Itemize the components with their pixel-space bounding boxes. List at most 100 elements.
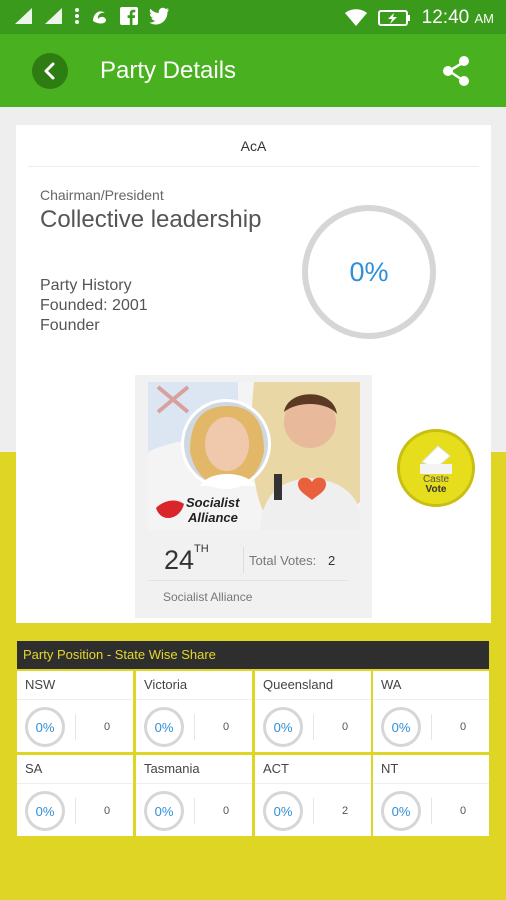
state-votes: 0 (103, 805, 111, 817)
party-image: Socialist Alliance (148, 382, 360, 530)
chairman-label: Chairman/President (40, 187, 164, 203)
card-divider (148, 580, 348, 581)
status-bar: 12:40 AM (0, 0, 506, 34)
state-card-sa[interactable]: SA 0% 0 (17, 755, 133, 836)
state-divider (136, 783, 252, 784)
app-bar: Party Details (0, 34, 506, 107)
facebook-icon (120, 7, 138, 25)
state-card-wa[interactable]: WA 0% 0 (373, 671, 489, 752)
state-votes: 0 (103, 721, 111, 733)
total-votes-value: 2 (328, 553, 336, 568)
state-card-nt[interactable]: NT 0% 0 (373, 755, 489, 836)
ballot-box-icon: Caste Vote (420, 445, 452, 495)
state-separator (431, 798, 432, 824)
twitter-icon (149, 7, 169, 25)
uc-browser-icon (93, 11, 106, 24)
share-icon (443, 56, 469, 86)
state-name: WA (381, 677, 402, 692)
state-votes: 0 (222, 805, 230, 817)
state-card-queensland[interactable]: Queensland 0% 0 (255, 671, 371, 752)
party-summary-card[interactable]: Socialist Alliance 24TH Total Votes: 2 S… (135, 375, 372, 618)
state-share-value: 0% (154, 719, 174, 735)
signal-icon (15, 8, 32, 24)
rank-suffix: TH (194, 543, 209, 555)
share-button[interactable] (438, 52, 476, 90)
time-ampm: AM (474, 11, 495, 26)
history-label: Party History (40, 277, 132, 294)
state-share-ring: 0% (25, 791, 65, 831)
battery-charging-icon (377, 10, 410, 26)
state-name: Queensland (263, 677, 334, 692)
status-time: 12:40 AM (422, 7, 494, 29)
party-details-card: AcA Chairman/President Collective leader… (16, 125, 491, 623)
state-separator (313, 798, 314, 824)
state-card-act[interactable]: ACT 0% 2 (255, 755, 371, 836)
chairman-name: Collective leadership (40, 206, 262, 233)
state-votes: 0 (459, 721, 467, 733)
page-title: Party Details (100, 57, 237, 84)
state-votes: 2 (341, 805, 349, 817)
rank-value: 24 (164, 545, 195, 575)
state-separator (194, 798, 195, 824)
state-divider (136, 699, 252, 700)
state-share-value: 0% (35, 719, 55, 735)
founder-label: Founder (40, 317, 100, 334)
state-share-ring: 0% (144, 707, 184, 747)
state-wise-share-section: Party Position - State Wise Share NSW 0%… (17, 641, 489, 836)
founded-year: Founded: 2001 (40, 297, 148, 314)
time-text: 12:40 (421, 7, 470, 28)
caste-vote-button[interactable]: Caste Vote (397, 429, 475, 507)
total-votes-label: Total Votes: (249, 553, 317, 568)
state-divider (373, 699, 489, 700)
status-icons-right: 12:40 AM (344, 7, 494, 29)
svg-text:Alliance: Alliance (187, 510, 238, 525)
vote-share-value: 0% (349, 256, 389, 287)
party-name: Socialist Alliance (163, 590, 253, 604)
state-name: NT (381, 761, 399, 776)
back-button[interactable] (32, 53, 68, 89)
rank-divider (243, 547, 244, 573)
state-divider (255, 699, 371, 700)
state-name: Victoria (144, 677, 188, 692)
state-share-ring: 0% (263, 707, 303, 747)
state-divider (373, 783, 489, 784)
party-abbreviation: AcA (28, 125, 479, 167)
state-votes: 0 (459, 805, 467, 817)
state-share-ring: 0% (381, 791, 421, 831)
party-logo: Socialist Alliance (154, 492, 264, 528)
state-separator (194, 714, 195, 740)
state-share-ring: 0% (381, 707, 421, 747)
state-share-value: 0% (154, 803, 174, 819)
state-share-value: 0% (273, 719, 293, 735)
state-card-victoria[interactable]: Victoria 0% 0 (136, 671, 252, 752)
state-name: ACT (263, 761, 289, 776)
state-share-value: 0% (273, 803, 293, 819)
svg-text:Socialist: Socialist (186, 495, 240, 510)
state-divider (255, 783, 371, 784)
vote-share-ring: 0% (302, 205, 436, 339)
signal-icon (45, 8, 62, 24)
state-votes: 0 (341, 721, 349, 733)
party-rank: 24TH (164, 543, 209, 576)
state-separator (75, 714, 76, 740)
status-icons-left (14, 7, 170, 25)
svg-text:Vote: Vote (426, 484, 447, 495)
state-share-value: 0% (391, 803, 411, 819)
section-title: Party Position - State Wise Share (17, 641, 489, 669)
more-icon (75, 8, 79, 24)
state-card-tasmania[interactable]: Tasmania 0% 0 (136, 755, 252, 836)
state-separator (431, 714, 432, 740)
state-share-value: 0% (35, 803, 55, 819)
state-name: SA (25, 761, 43, 776)
state-divider (17, 783, 133, 784)
state-name: Tasmania (144, 761, 200, 776)
state-separator (75, 798, 76, 824)
state-name: NSW (25, 677, 56, 692)
state-share-ring: 0% (25, 707, 65, 747)
state-share-ring: 0% (144, 791, 184, 831)
back-arrow-icon (44, 62, 55, 80)
state-share-ring: 0% (263, 791, 303, 831)
wifi-icon (344, 9, 367, 26)
socialist-alliance-logo: Socialist Alliance (156, 495, 240, 525)
state-card-nsw[interactable]: NSW 0% 0 (17, 671, 133, 752)
